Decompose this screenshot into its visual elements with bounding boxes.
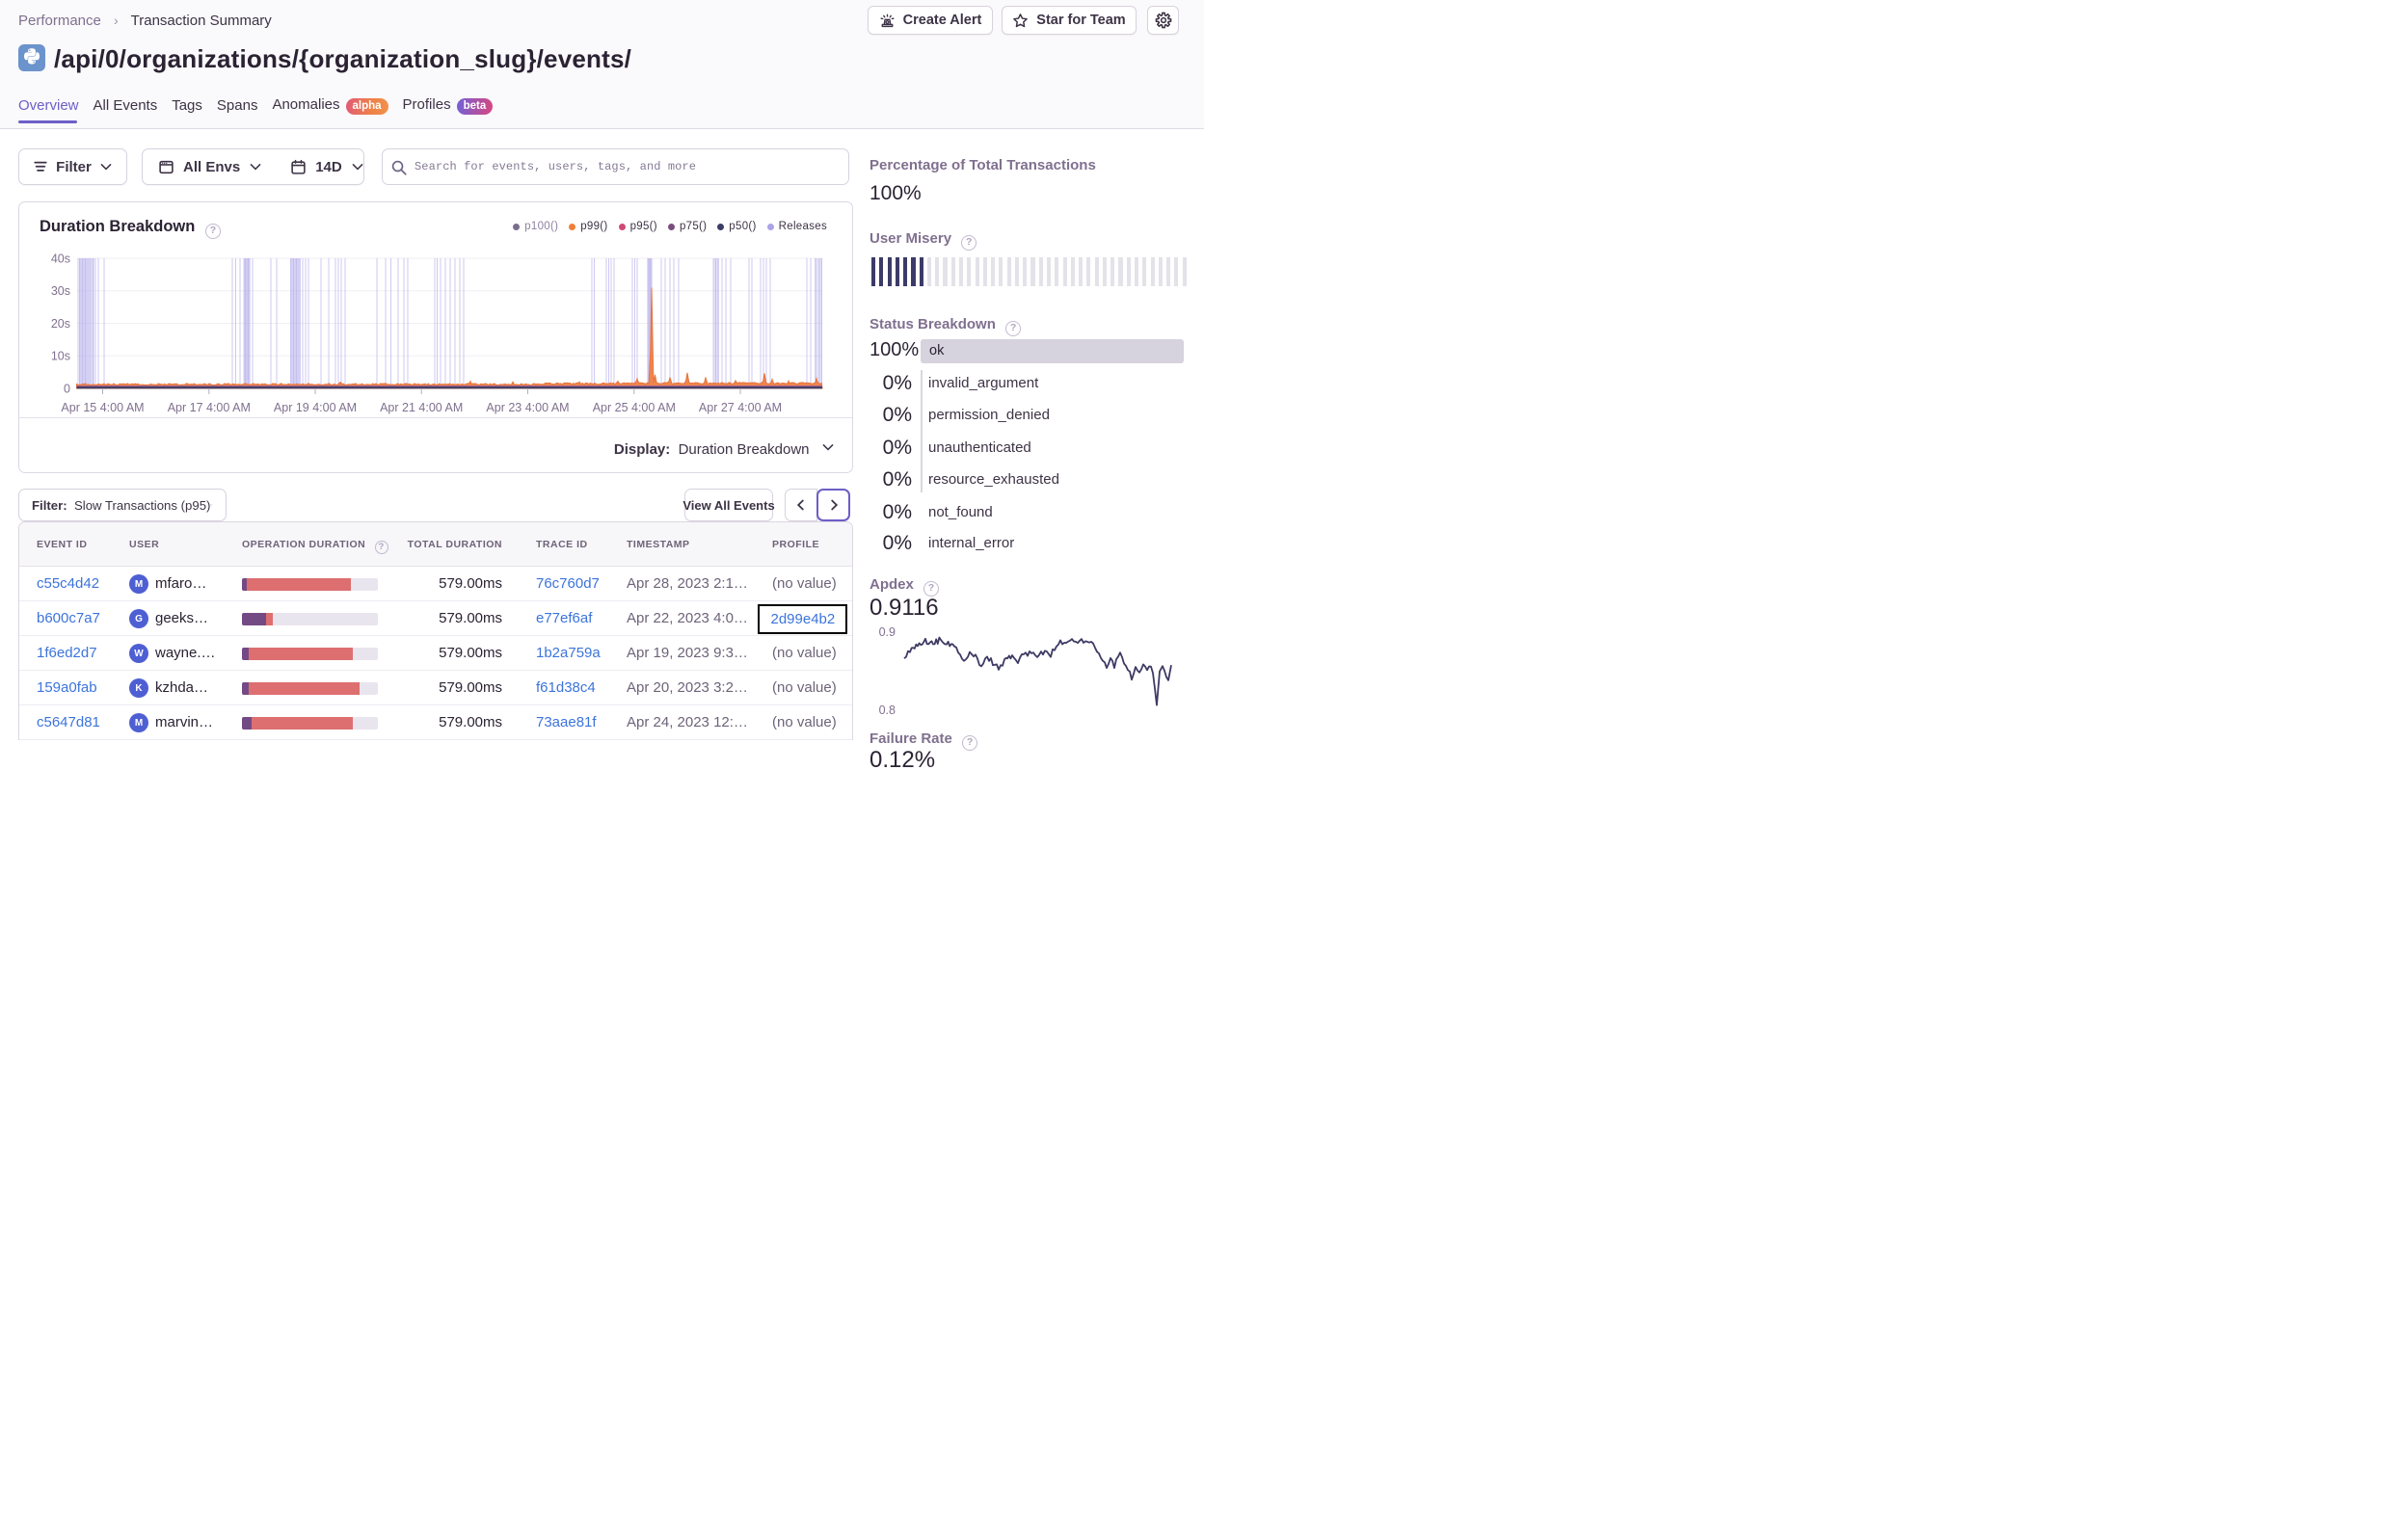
svg-text:30s: 30s [51, 284, 70, 298]
svg-text:40s: 40s [51, 252, 70, 266]
svg-text:0: 0 [64, 383, 70, 396]
svg-text:20s: 20s [51, 317, 70, 331]
svg-text:10s: 10s [51, 350, 70, 363]
